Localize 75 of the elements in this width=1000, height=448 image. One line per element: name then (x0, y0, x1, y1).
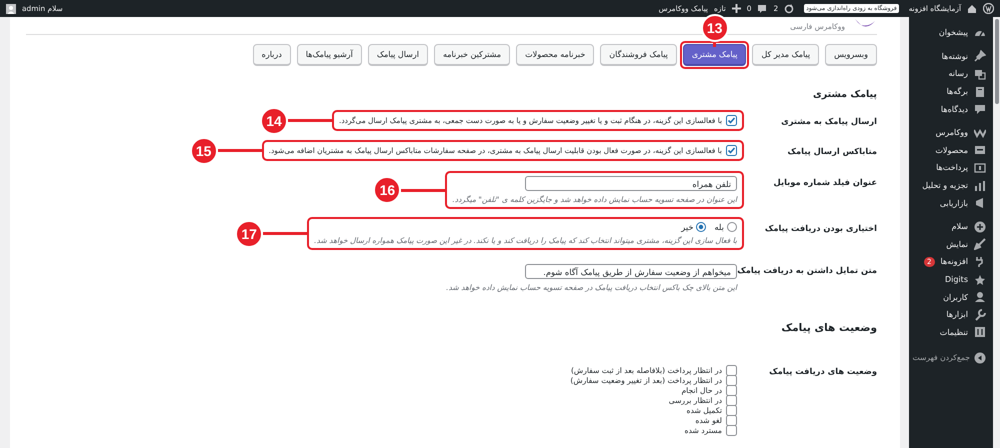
section-heading: پیامک مشتری (812, 89, 877, 100)
menu-item[interactable]: دیدگاه‌ها (909, 100, 993, 118)
menu-item[interactable]: رسانه (909, 65, 993, 83)
user-icon (974, 291, 986, 304)
menu-item[interactable]: کاربران (909, 288, 993, 306)
checkbox[interactable] (726, 364, 737, 376)
tab[interactable]: درباره (252, 44, 291, 66)
tab[interactable]: آرشیو پیامک‌ها (296, 44, 362, 66)
media-icon (974, 68, 986, 80)
checked-checkbox[interactable] (726, 145, 737, 156)
wrench-icon (974, 308, 986, 321)
text-field[interactable]: تلفن همراه (525, 176, 737, 191)
tab[interactable]: پیامک فروشندگان (600, 44, 677, 66)
radio-label[interactable]: خیر (681, 222, 694, 232)
checkbox[interactable] (726, 394, 737, 406)
menu-item[interactable]: ووکامرس (909, 124, 993, 142)
field-label: متاباکس ارسال پیامک (786, 145, 877, 158)
checked-checkbox[interactable] (726, 115, 737, 126)
home-icon (967, 4, 977, 14)
menu-item[interactable]: پیشخوان (909, 24, 993, 42)
speech-bubble-icon (974, 103, 986, 116)
checkbox[interactable] (726, 414, 737, 426)
comment-icon (757, 4, 768, 14)
star-icon (974, 274, 986, 286)
menu-item[interactable]: سلام (909, 218, 993, 236)
pushpin-icon (974, 50, 986, 62)
circle-logo-icon (983, 3, 994, 14)
section-heading: وضعیت های پیامک (780, 322, 877, 334)
menu-item[interactable]: نمایش (909, 236, 993, 254)
menu-item[interactable]: محصولات (909, 142, 993, 160)
page-icon (974, 86, 986, 98)
menu-item[interactable]: بازاریابی (909, 194, 993, 212)
menu-item[interactable]: پرداخت‌ها (909, 159, 993, 177)
tab[interactable]: ارسال پیامک (368, 44, 428, 66)
megaphone-icon (974, 197, 986, 210)
tab[interactable]: پیامک مدیر کل (752, 44, 820, 66)
menu-item[interactable]: تجزیه و تحلیل (909, 176, 993, 194)
menu-item[interactable]: نوشته‌ها (909, 48, 993, 66)
field-label: عنوان فیلد شماره موبایل (772, 176, 877, 189)
banknote-icon (974, 162, 986, 174)
checkbox[interactable] (726, 404, 737, 416)
zigzag-icon (974, 126, 986, 139)
menu-item[interactable]: Digits (909, 270, 993, 288)
archive-icon (974, 144, 986, 156)
field-label: اختیاری بودن دریافت پیامک (764, 222, 877, 235)
menu-item[interactable]: برگه‌ها (909, 82, 993, 100)
refresh-icon (784, 4, 794, 14)
leader-line (401, 188, 446, 192)
tab[interactable]: وبسرویس (825, 44, 877, 66)
checkbox[interactable] (726, 424, 737, 436)
plus-icon (732, 4, 741, 13)
plus-circle-icon (974, 220, 986, 233)
checkbox[interactable] (726, 384, 737, 396)
tab[interactable]: مشترکین خبرنامه (434, 44, 510, 66)
leader-line (263, 232, 308, 235)
avatar-icon (6, 4, 16, 14)
menu-item[interactable]: تنظیمات (909, 324, 993, 342)
tab[interactable]: پیامک مشتری (682, 44, 746, 66)
leader-line (218, 149, 262, 152)
field-label: وضعیت های دریافت پیامک (768, 365, 877, 376)
checkbox[interactable] (726, 374, 737, 386)
highlight-frame (680, 41, 750, 69)
bar-chart-icon (974, 180, 986, 192)
play-circle-icon (974, 352, 986, 364)
field-label: ارسال پیامک به مشتری (780, 115, 877, 128)
radio-button[interactable] (727, 222, 737, 232)
tab[interactable]: خبرنامه محصولات (516, 44, 594, 66)
brush-icon (974, 238, 986, 250)
menu-item[interactable]: ابزارها (909, 306, 993, 324)
radio-label[interactable]: بله (714, 222, 724, 232)
selected-radio-button[interactable] (696, 222, 706, 232)
plug-icon (974, 256, 986, 268)
sliders-icon (974, 326, 986, 338)
text-field[interactable]: میخواهم از وضعیت سفارش از طریق پیامک آگاه شوم. (525, 264, 737, 279)
leader-line (288, 119, 332, 122)
